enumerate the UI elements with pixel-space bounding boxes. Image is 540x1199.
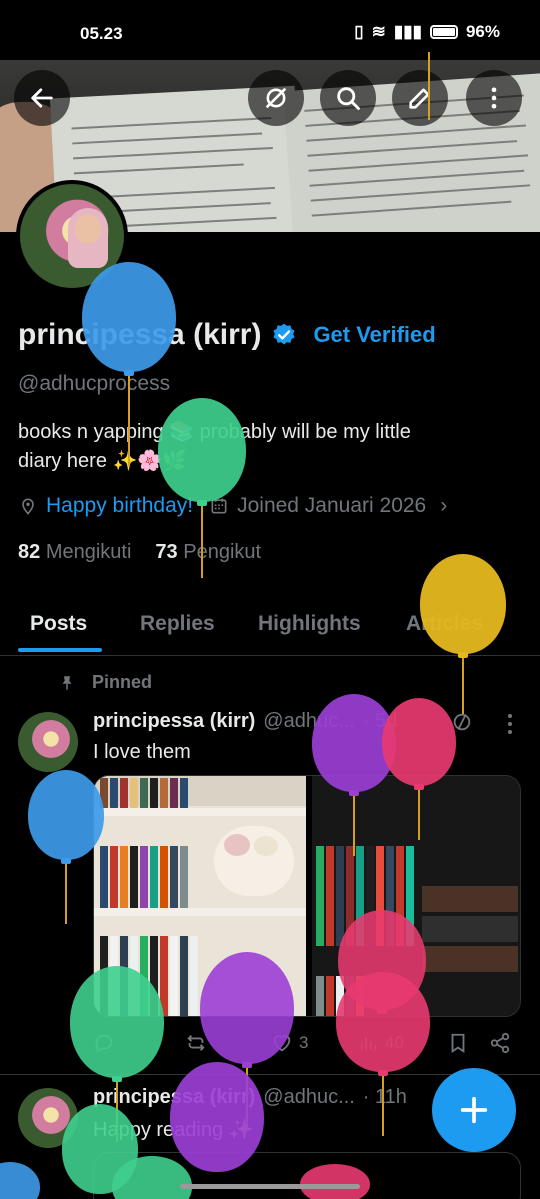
name-row: principessa (kirr) Get Verified bbox=[18, 318, 436, 352]
calendar-icon bbox=[211, 498, 227, 514]
profile-bio: books n yapping 📚 probably will be my li… bbox=[18, 418, 518, 476]
tab-replies[interactable]: Replies bbox=[140, 612, 215, 636]
gesture-nav-bar[interactable] bbox=[180, 1184, 360, 1189]
post-avatar[interactable] bbox=[18, 712, 78, 772]
more-vertical-icon bbox=[491, 87, 497, 109]
views-icon bbox=[360, 1037, 377, 1051]
views-button[interactable]: 40 bbox=[357, 1032, 404, 1054]
arrow-left-icon bbox=[31, 88, 53, 108]
signal-icon: ▮▮▮ bbox=[393, 22, 422, 41]
profile-handle: @adhucprocess bbox=[18, 372, 171, 395]
following-count: 82 bbox=[18, 541, 41, 563]
repost-icon bbox=[187, 1035, 205, 1051]
location-text[interactable]: Happy birthday! bbox=[46, 494, 193, 518]
bio-line: diary here ✨🌸🌿 bbox=[18, 450, 188, 472]
tab-posts[interactable]: Posts bbox=[30, 612, 87, 636]
pinned-label: Pinned bbox=[58, 672, 152, 693]
tab-articles[interactable]: Articles bbox=[406, 612, 483, 636]
post-text: I love them bbox=[93, 741, 191, 763]
followers-link[interactable]: 73 Pengikut bbox=[155, 541, 261, 564]
wifi-icon: ≋ bbox=[371, 22, 386, 41]
more-button[interactable] bbox=[466, 70, 522, 126]
bio-line: books n yapping 📚 probably will be my li… bbox=[18, 421, 411, 443]
share-button[interactable] bbox=[489, 1032, 511, 1054]
like-button[interactable]: 3 bbox=[271, 1032, 308, 1054]
post-author-name[interactable]: principessa (kirr) bbox=[93, 710, 255, 733]
location-pin-icon bbox=[22, 498, 34, 515]
slashed-circle-icon bbox=[265, 87, 287, 109]
post-author-handle[interactable]: @adhuc... bbox=[263, 710, 354, 733]
post-media[interactable] bbox=[93, 1152, 521, 1199]
post-actions: 3 40 bbox=[93, 1032, 523, 1060]
active-tab-indicator bbox=[18, 648, 102, 652]
status-time: 05.23 bbox=[80, 24, 123, 43]
grok-icon[interactable] bbox=[451, 711, 473, 733]
bookmark-button[interactable] bbox=[447, 1032, 469, 1054]
pin-icon bbox=[62, 675, 72, 690]
like-count: 3 bbox=[299, 1033, 309, 1052]
post-author-handle[interactable]: @adhuc... bbox=[263, 1086, 354, 1109]
battery-icon bbox=[429, 25, 458, 39]
post-avatar[interactable] bbox=[18, 1088, 78, 1148]
pinned-text: Pinned bbox=[92, 672, 153, 692]
edit-button[interactable] bbox=[392, 70, 448, 126]
heart-icon bbox=[273, 1035, 291, 1052]
plus-icon bbox=[460, 1096, 488, 1124]
post-time: · 5d bbox=[362, 710, 398, 732]
tab-highlights[interactable]: Highlights bbox=[258, 612, 361, 636]
followers-count: 73 bbox=[155, 541, 178, 563]
following-link[interactable]: 82 Mengikuti bbox=[18, 541, 131, 564]
post-media[interactable] bbox=[93, 775, 521, 1017]
media-image-books-stack[interactable] bbox=[312, 776, 520, 1016]
search-button[interactable] bbox=[320, 70, 376, 126]
bookmark-icon bbox=[451, 1033, 465, 1053]
compose-button[interactable] bbox=[432, 1068, 516, 1152]
following-label: Mengikuti bbox=[45, 541, 132, 563]
profile-tabs: Posts Replies Highlights Articles bbox=[0, 596, 540, 656]
reply-icon bbox=[95, 1034, 113, 1053]
share-icon bbox=[490, 1032, 510, 1054]
followers-label: Pengikut bbox=[183, 541, 262, 563]
display-name: principessa (kirr) bbox=[18, 318, 262, 351]
post-time: · 11h bbox=[362, 1086, 407, 1108]
post-author-name[interactable]: principessa (kirr) bbox=[93, 1086, 255, 1109]
follow-stats: 82 Mengikuti 73 Pengikut bbox=[18, 541, 261, 564]
media-image-bookshelf[interactable] bbox=[94, 776, 306, 1016]
post-more-icon[interactable] bbox=[508, 714, 514, 738]
status-icons: ▯ ≋ ▮▮▮ 96% bbox=[354, 22, 500, 42]
post-text: Happy reading ✨ bbox=[93, 1119, 254, 1141]
battery-percent: 96% bbox=[465, 22, 500, 41]
post-header: principessa (kirr) @adhuc... · 5d bbox=[93, 710, 397, 733]
post-header: principessa (kirr) @adhuc... · 11h bbox=[93, 1086, 407, 1109]
profile-meta: Happy birthday! Joined Januari 2026 › bbox=[18, 494, 447, 518]
repost-button[interactable] bbox=[185, 1032, 213, 1054]
pencil-icon bbox=[409, 88, 430, 109]
get-verified-link[interactable]: Get Verified bbox=[313, 322, 435, 348]
translate-button[interactable] bbox=[248, 70, 304, 126]
reply-button[interactable] bbox=[93, 1032, 121, 1054]
vibrate-icon: ▯ bbox=[354, 22, 364, 41]
profile-avatar[interactable] bbox=[16, 180, 128, 292]
status-bar: 05.23 ▯ ≋ ▮▮▮ 96% bbox=[0, 0, 540, 60]
joined-date: Joined Januari 2026 bbox=[237, 494, 427, 517]
chevron-right-icon[interactable]: › bbox=[440, 494, 447, 518]
search-icon bbox=[337, 87, 360, 110]
verified-badge-icon[interactable] bbox=[271, 322, 297, 348]
views-count: 40 bbox=[385, 1033, 404, 1052]
back-button[interactable] bbox=[14, 70, 70, 126]
